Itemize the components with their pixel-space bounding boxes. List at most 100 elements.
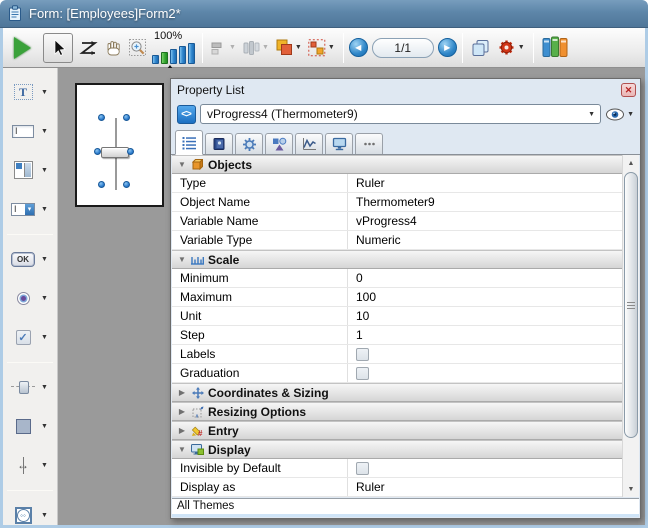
move-tool-button[interactable] xyxy=(102,32,126,64)
property-list-header[interactable]: Property List ✕ xyxy=(171,79,640,101)
checkbox-tool-dropdown-arrow[interactable]: ▼ xyxy=(41,334,48,341)
splitter-tool[interactable]: ↔ ▼ xyxy=(3,451,57,479)
view-options-dropdown-arrow[interactable]: ▼ xyxy=(627,111,634,118)
indicator-tool[interactable]: ▼ xyxy=(3,373,57,401)
indicator-tool-dropdown-arrow[interactable]: ▼ xyxy=(41,384,48,391)
plugin-tool-dropdown-arrow[interactable]: ▼ xyxy=(41,512,48,519)
input-field-tool[interactable]: I ▼ xyxy=(3,117,57,145)
selection-handle-bottom-right[interactable] xyxy=(123,181,130,188)
collapse-triangle-icon[interactable]: ▼ xyxy=(177,255,187,264)
property-value[interactable]: Ruler xyxy=(347,478,622,496)
property-checkbox[interactable] xyxy=(356,367,369,380)
property-value[interactable]: 100 xyxy=(347,288,622,306)
tab-property-list[interactable] xyxy=(175,130,203,155)
property-value[interactable] xyxy=(347,364,622,382)
checkbox-tool[interactable]: ✓ ▼ xyxy=(3,323,57,351)
entry-order-tool-button[interactable] xyxy=(76,32,102,64)
property-value[interactable]: 0 xyxy=(347,269,622,287)
property-value[interactable] xyxy=(347,345,622,363)
previous-page-button[interactable]: ◀ xyxy=(349,38,368,57)
property-value[interactable]: Thermometer9 xyxy=(347,193,622,211)
form-properties-button[interactable]: ▼ xyxy=(494,32,528,64)
rectangle-tool[interactable]: ▼ xyxy=(3,412,57,440)
display-monitor-icon xyxy=(191,444,204,455)
scroll-down-arrow[interactable]: ▼ xyxy=(623,481,639,497)
tab-more[interactable] xyxy=(355,133,383,154)
section-header[interactable]: ▶Resizing Options xyxy=(172,402,622,421)
zoom-tool-button[interactable] xyxy=(126,32,150,64)
expand-triangle-icon[interactable]: ▶ xyxy=(177,426,187,435)
zoom-bar-800[interactable] xyxy=(188,43,195,64)
radio-tool-dropdown-arrow[interactable]: ▼ xyxy=(41,295,48,302)
property-value[interactable]: 1 xyxy=(347,326,622,344)
zoom-bar-100[interactable] xyxy=(161,52,168,64)
themes-footer[interactable]: All Themes xyxy=(172,498,639,514)
property-checkbox[interactable] xyxy=(356,348,369,361)
selection-handle-bottom-left[interactable] xyxy=(98,181,105,188)
library-button[interactable] xyxy=(539,32,572,64)
expand-triangle-icon[interactable]: ▶ xyxy=(177,407,187,416)
zoom-bar-400[interactable] xyxy=(179,46,186,64)
window-titlebar[interactable]: Form: [Employees]Form2* xyxy=(0,0,648,28)
tab-theme-book[interactable] xyxy=(205,133,233,154)
section-header[interactable]: ▶#Entry xyxy=(172,421,622,440)
radio-button-tool[interactable]: ▼ xyxy=(3,284,57,312)
scrollbar-thumb[interactable] xyxy=(624,172,638,438)
selection-handle-mid-left[interactable] xyxy=(94,148,101,155)
button-tool[interactable]: OK ▼ xyxy=(3,245,57,273)
combo-box-tool[interactable]: I ▼ xyxy=(3,195,57,223)
button-tool-dropdown-arrow[interactable]: ▼ xyxy=(41,256,48,263)
section-header[interactable]: ▼Display xyxy=(172,440,622,459)
section-header[interactable]: ▶Coordinates & Sizing xyxy=(172,383,622,402)
object-selector-combobox[interactable]: vProgress4 (Thermometer9) ▼ xyxy=(200,104,601,124)
plugin-area-tool[interactable]: ▼ xyxy=(3,501,57,528)
form-pages-button[interactable] xyxy=(468,32,494,64)
property-grid-scrollbar[interactable]: ▲ ▼ xyxy=(622,155,639,497)
level-button[interactable]: ▼ xyxy=(272,32,305,64)
level-dropdown-arrow[interactable]: ▼ xyxy=(295,44,302,51)
property-value[interactable]: Ruler xyxy=(347,174,622,192)
property-value[interactable]: 10 xyxy=(347,307,622,325)
property-checkbox[interactable] xyxy=(356,462,369,475)
selection-handle-top-right[interactable] xyxy=(123,114,130,121)
splitter-tool-dropdown-arrow[interactable]: ▼ xyxy=(41,462,48,469)
input-tool-dropdown-arrow[interactable]: ▼ xyxy=(41,128,48,135)
form-page[interactable] xyxy=(75,83,164,207)
execute-form-button[interactable] xyxy=(7,32,40,64)
scroll-up-arrow[interactable]: ▲ xyxy=(623,155,639,171)
zoom-bar-50[interactable] xyxy=(152,55,159,64)
form-properties-dropdown-arrow[interactable]: ▼ xyxy=(518,44,525,51)
close-icon[interactable]: ✕ xyxy=(621,83,636,97)
collapse-triangle-icon[interactable]: ▼ xyxy=(177,445,187,454)
rectangle-tool-dropdown-arrow[interactable]: ▼ xyxy=(41,423,48,430)
text-tool-dropdown-arrow[interactable]: ▼ xyxy=(41,89,48,96)
tab-display[interactable] xyxy=(325,133,353,154)
list-box-tool-dropdown-arrow[interactable]: ▼ xyxy=(41,167,48,174)
section-header[interactable]: ▼Scale xyxy=(172,250,622,269)
next-page-button[interactable]: ▶ xyxy=(438,38,457,57)
entry-order-icon xyxy=(79,39,99,57)
zoom-bars[interactable] xyxy=(152,42,195,64)
property-value[interactable] xyxy=(347,459,622,477)
selection-handle-mid-right[interactable] xyxy=(127,148,134,155)
ruler-object-handle[interactable] xyxy=(101,147,129,158)
expand-triangle-icon[interactable]: ▶ xyxy=(177,388,187,397)
property-value[interactable]: Numeric xyxy=(347,231,622,249)
select-tool-button[interactable] xyxy=(40,32,76,64)
tab-objects[interactable] xyxy=(265,133,293,154)
combo-box-tool-dropdown-arrow[interactable]: ▼ xyxy=(41,206,48,213)
selection-handle-top-left[interactable] xyxy=(98,114,105,121)
zoom-bar-200[interactable] xyxy=(170,49,177,64)
zoom-level-control[interactable]: 100% xyxy=(152,31,195,64)
view-options-button[interactable]: ▼ xyxy=(605,108,634,121)
group-button[interactable]: ▼ xyxy=(305,32,338,64)
group-dropdown-arrow[interactable]: ▼ xyxy=(328,44,335,51)
tab-events[interactable] xyxy=(295,133,323,154)
property-value[interactable]: vProgress4 xyxy=(347,212,622,230)
tab-settings[interactable] xyxy=(235,133,263,154)
collapse-triangle-icon[interactable]: ▼ xyxy=(177,160,187,169)
object-selector-dropdown-arrow[interactable]: ▼ xyxy=(588,111,595,118)
list-box-tool[interactable]: ▼ xyxy=(3,156,57,184)
section-header[interactable]: ▼Objects xyxy=(172,155,622,174)
static-text-tool[interactable]: T ▼ xyxy=(3,78,57,106)
